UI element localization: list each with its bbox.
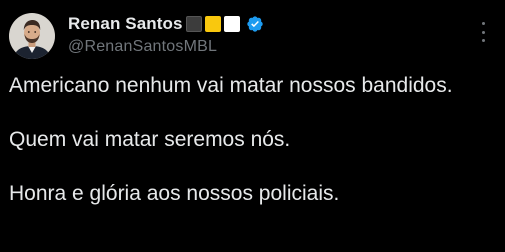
yellow-square-emoji (204, 16, 221, 32)
author-name[interactable]: Renan Santos (68, 14, 183, 34)
avatar-image (9, 13, 55, 59)
black-square-emoji (185, 16, 202, 32)
author-handle[interactable]: @RenanSantosMBL (68, 38, 264, 56)
name-row: Renan Santos (68, 12, 264, 36)
verified-badge-icon[interactable] (246, 15, 264, 33)
more-dot (481, 22, 485, 25)
white-square-emoji (223, 16, 240, 32)
tweet-text-line-1: Americano nenhum vai matar nossos bandid… (9, 74, 453, 97)
tweet-text-line-3: Honra e glória aos nossos policiais. (9, 182, 340, 205)
name-emojis (185, 16, 240, 32)
tweet-header: Renan Santos @RenanSantosMBL (68, 12, 264, 56)
avatar[interactable] (9, 13, 55, 59)
more-dot (481, 39, 485, 42)
tweet-card: Renan Santos @RenanSantosMBL Americano n… (0, 0, 505, 252)
tweet-text-line-2: Quem vai matar seremos nós. (9, 128, 291, 151)
more-dot (481, 30, 485, 34)
tweet-text: Americano nenhum vai matar nossos bandid… (9, 72, 499, 207)
more-options-icon[interactable] (475, 22, 491, 42)
